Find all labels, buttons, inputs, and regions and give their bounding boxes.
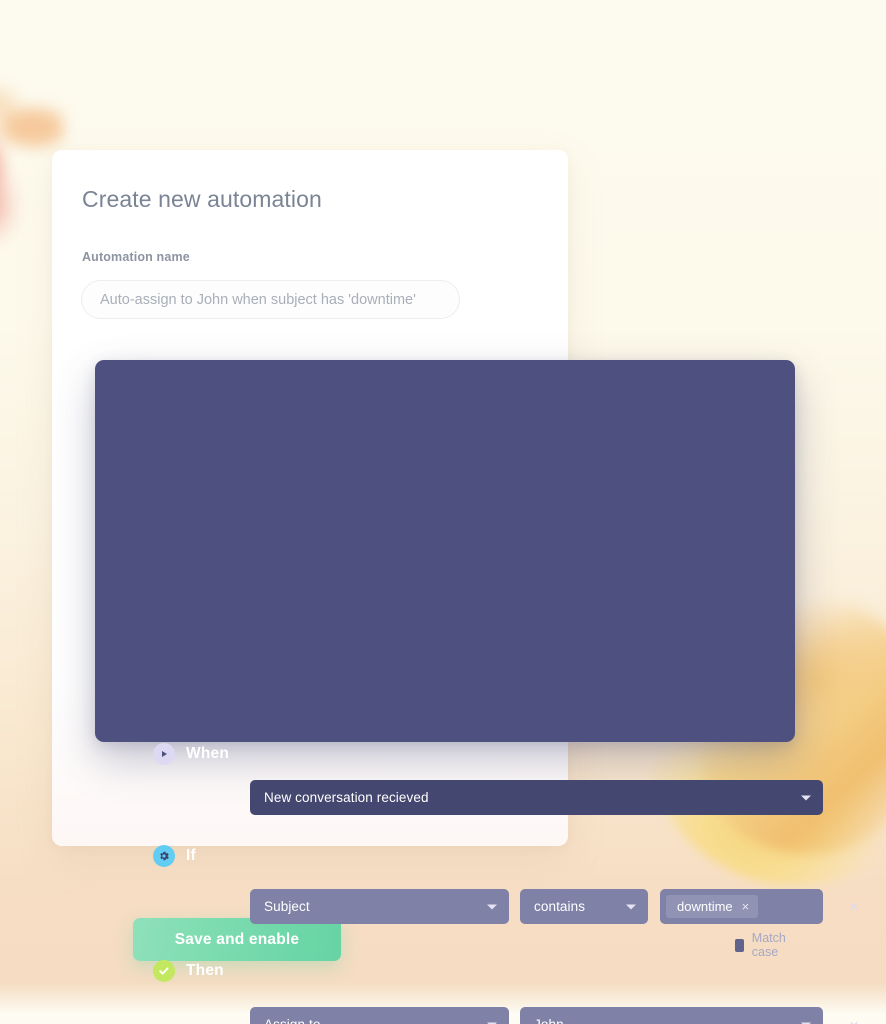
chevron-down-icon [801,795,811,800]
blob-salmon-left-icon [0,150,40,260]
trigger-select-value: New conversation recieved [264,790,429,805]
when-section-heading: When [153,743,229,765]
value-chip-label: downtime [677,899,733,914]
when-label: When [186,745,229,762]
play-icon [153,743,175,765]
condition-field-select[interactable]: Subject [250,889,509,924]
if-label: If [186,847,196,864]
check-icon [153,960,175,982]
then-section-heading: Then [153,960,224,982]
condition-operator-value: contains [534,899,586,914]
gear-icon [153,845,175,867]
automation-rules-panel: When New conversation recieved If Subjec… [95,360,859,1024]
condition-operator-select[interactable]: contains [520,889,648,924]
page-title: Create new automation [82,186,322,212]
automation-name-input[interactable] [81,280,460,319]
save-and-enable-button[interactable]: Save and enable [133,918,341,961]
chevron-down-icon [487,904,497,909]
match-case-checkbox[interactable]: Match case [735,931,795,959]
then-label: Then [186,962,224,979]
automation-name-label: Automation name [82,250,190,264]
match-case-label: Match case [751,931,786,959]
trigger-select[interactable]: New conversation recieved [250,780,823,815]
action-target-value: John [534,1017,564,1024]
if-section-heading: If [153,845,196,867]
chevron-down-icon [626,904,636,909]
delete-condition-button[interactable]: × [843,895,865,917]
delete-action-button[interactable]: × [843,1014,865,1024]
condition-field-value: Subject [264,899,310,914]
condition-value-input[interactable]: downtime × [660,889,823,924]
action-type-value: Assign to [264,1017,320,1024]
action-target-select[interactable]: John [520,1007,823,1024]
value-chip[interactable]: downtime × [666,895,759,918]
action-type-select[interactable]: Assign to [250,1007,509,1024]
checkbox-icon[interactable] [735,938,744,952]
chip-remove-icon[interactable]: × [742,900,750,913]
